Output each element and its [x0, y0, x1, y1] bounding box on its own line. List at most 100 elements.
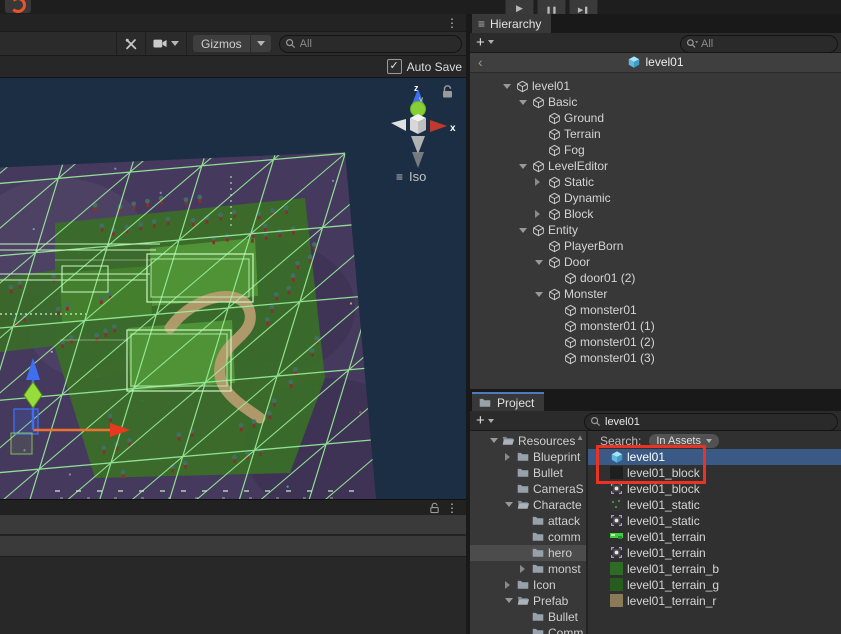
tree-item[interactable]: PlayerBorn [470, 238, 841, 254]
search-results-header: Search: In Assets [588, 433, 841, 449]
foldout-arrow[interactable] [520, 565, 531, 573]
folder-item[interactable]: CameraS [470, 481, 586, 497]
folder-icon [516, 482, 533, 495]
chevron-down-icon [257, 41, 265, 46]
tree-item[interactable]: Block [470, 206, 841, 222]
tab-hierarchy[interactable]: ≡ Hierarchy [472, 14, 551, 33]
search-scope-dropdown[interactable]: In Assets [649, 434, 719, 448]
tree-item[interactable]: monster01 [470, 302, 841, 318]
asset-result-row[interactable]: level01_block [588, 481, 841, 497]
foldout-arrow[interactable] [505, 453, 516, 461]
scene-viewport[interactable]: z y x ≡ Iso [0, 78, 466, 499]
autosave-checkbox[interactable]: ✓ [387, 59, 402, 74]
gameobject-cube-icon [548, 112, 564, 125]
folder-item[interactable]: Comm [470, 625, 586, 634]
gizmos-dropdown[interactable]: Gizmos [193, 35, 271, 52]
move-gizmo-plane-yz[interactable] [11, 433, 32, 454]
hierarchy-search-input[interactable] [681, 38, 837, 50]
asset-result-row[interactable]: level01 [588, 449, 841, 465]
foldout-arrow[interactable] [535, 210, 548, 218]
tab-project[interactable]: Project [472, 392, 544, 411]
tools-button[interactable] [116, 32, 145, 55]
foldout-arrow[interactable] [535, 178, 548, 186]
folder-item[interactable]: Characte [470, 497, 586, 513]
add-asset-button[interactable]: + [476, 413, 485, 428]
foldout-arrow[interactable] [505, 502, 516, 507]
asset-result-row[interactable]: level01_terrain_b [588, 561, 841, 577]
tree-item-label: door01 (2) [580, 271, 635, 285]
foldout-arrow[interactable] [505, 598, 516, 603]
folder-item[interactable]: Blueprint [470, 449, 586, 465]
tree-item[interactable]: Terrain [470, 126, 841, 142]
tree-item[interactable]: Basic [470, 94, 841, 110]
tree-item[interactable]: Ground [470, 110, 841, 126]
tree-item-label: Door [564, 255, 590, 269]
bottom-panel-row[interactable] [0, 515, 466, 536]
add-gameobject-button[interactable]: + [476, 35, 485, 50]
tree-item[interactable]: LevelEditor [470, 158, 841, 174]
hierarchy-search-field[interactable] [680, 35, 838, 53]
foldout-arrow[interactable] [519, 228, 532, 233]
folder-item[interactable]: attack [470, 513, 586, 529]
asset-result-row[interactable]: level01_terrain_g [588, 577, 841, 593]
tree-item-label: monster01 (3) [580, 351, 655, 365]
scene-search-field[interactable] [279, 35, 462, 53]
tree-item[interactable]: monster01 (1) [470, 318, 841, 334]
asset-result-row[interactable]: level01_terrain_r [588, 593, 841, 609]
asset-result-row[interactable]: level01_static [588, 513, 841, 529]
folder-item[interactable]: Bullet [470, 609, 586, 625]
top-toolbar: ▶ ❚❚ ▶❚ [0, 0, 841, 14]
folder-item[interactable]: Bullet [470, 465, 586, 481]
foldout-arrow[interactable] [535, 292, 548, 297]
back-arrow-icon[interactable]: ‹ [478, 55, 483, 69]
folder-item[interactable]: Prefab [470, 593, 586, 609]
tree-item[interactable]: monster01 (2) [470, 334, 841, 350]
project-search-field[interactable] [584, 413, 838, 431]
bottom-panel-row[interactable] [0, 536, 466, 557]
autosave-bar: ✓ Auto Save [0, 56, 466, 78]
tree-item[interactable]: Static [470, 174, 841, 190]
asset-icon-sprite [610, 514, 627, 527]
play-button[interactable]: ▶ [505, 0, 534, 14]
asset-result-row[interactable]: level01_terrain [588, 545, 841, 561]
project-content: ▲ ResourcesBlueprintBulletCameraSCharact… [470, 431, 841, 634]
foldout-arrow[interactable] [519, 100, 532, 105]
foldout-arrow[interactable] [535, 260, 548, 265]
folder-item[interactable]: Resources [470, 433, 586, 449]
pause-button[interactable]: ❚❚ [537, 0, 566, 14]
tree-item[interactable]: door01 (2) [470, 270, 841, 286]
step-button[interactable]: ▶❚ [569, 0, 598, 14]
tree-item[interactable]: Dynamic [470, 190, 841, 206]
tree-item[interactable]: Monster [470, 286, 841, 302]
scene-search-input[interactable] [280, 38, 461, 50]
asset-result-row[interactable]: level01_static [588, 497, 841, 513]
scene-panel-menu-icon[interactable]: ⋮ [446, 17, 458, 29]
tree-item[interactable]: Entity [470, 222, 841, 238]
asset-result-row[interactable]: level01_terrain [588, 529, 841, 545]
foldout-arrow[interactable] [490, 438, 501, 443]
foldout-arrow[interactable] [519, 164, 532, 169]
foldout-arrow[interactable] [505, 581, 516, 589]
folder-item[interactable]: hero [470, 545, 586, 561]
tools-icon [124, 37, 138, 51]
collab-button[interactable] [5, 0, 31, 13]
tree-item[interactable]: monster01 (3) [470, 350, 841, 366]
scene-camera-button[interactable] [145, 32, 187, 55]
foldout-arrow[interactable] [503, 84, 516, 89]
unlock-icon[interactable] [429, 502, 440, 517]
tree-item[interactable]: Fog [470, 142, 841, 158]
asset-result-row[interactable]: level01_block [588, 465, 841, 481]
tree-item[interactable]: Door [470, 254, 841, 270]
breadcrumb-current[interactable]: level01 [645, 55, 683, 69]
folder-label: Icon [533, 578, 556, 592]
projection-label[interactable]: Iso [409, 169, 426, 184]
scene-canvas[interactable]: z y x ≡ Iso [0, 78, 466, 499]
bottom-panel-menu-icon[interactable]: ⋮ [446, 502, 458, 514]
folder-item[interactable]: monst [470, 561, 586, 577]
folder-item[interactable]: Icon [470, 577, 586, 593]
project-search-input[interactable] [585, 416, 837, 428]
folder-item[interactable]: comm [470, 529, 586, 545]
tree-item[interactable]: level01 [470, 78, 841, 94]
folder-label: Bullet [548, 610, 578, 624]
scroll-up-icon[interactable]: ▲ [576, 434, 584, 442]
